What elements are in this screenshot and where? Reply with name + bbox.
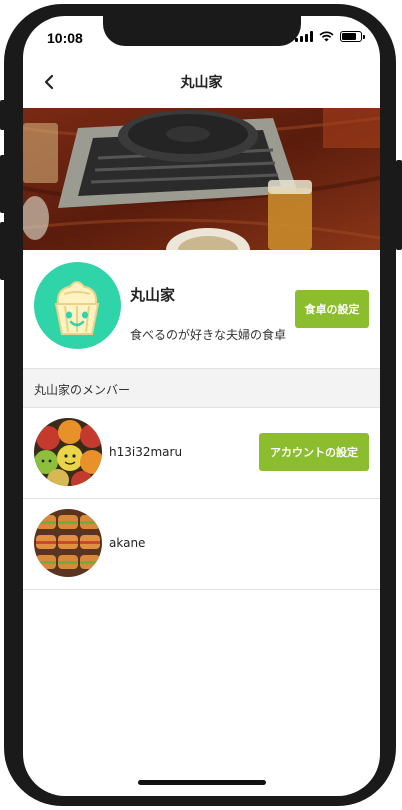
mute-switch (0, 100, 6, 130)
signal-icon (295, 31, 313, 42)
volume-down-button (0, 222, 6, 280)
group-description: 食べるのが好きな夫婦の食卓 (130, 328, 287, 342)
battery-icon (340, 31, 365, 42)
notch (103, 16, 301, 46)
power-button (396, 160, 402, 250)
group-avatar[interactable] (34, 262, 121, 349)
home-indicator[interactable] (138, 780, 266, 785)
account-settings-button[interactable]: アカウントの設定 (259, 433, 369, 471)
member-name: akane (109, 536, 146, 550)
member-row[interactable]: akane (23, 499, 380, 590)
member-row[interactable]: h13i32maru アカウントの設定 (23, 408, 380, 499)
table-settings-button[interactable]: 食卓の設定 (295, 290, 369, 328)
cover-photo-image (23, 108, 380, 250)
status-time: 10:08 (47, 30, 83, 46)
battery-level (342, 33, 356, 40)
group-name: 丸山家 (130, 286, 176, 304)
member-avatar (34, 418, 102, 486)
members-section-header: 丸山家のメンバー (23, 368, 380, 408)
sandwiches-photo (34, 509, 102, 577)
status-icons (295, 31, 365, 42)
screen: 10:08 丸山家 丸山家 食べるのが好きな夫婦の食卓 食卓の設定 丸山家のメン… (23, 16, 380, 796)
page-title: 丸山家 (180, 75, 223, 91)
member-avatar (34, 509, 102, 577)
members-section-title: 丸山家のメンバー (34, 383, 131, 397)
wifi-icon (319, 31, 334, 42)
macarons-photo (34, 418, 102, 486)
navigation-bar: 丸山家 (23, 56, 380, 108)
cupcake-face-icon (54, 281, 100, 335)
group-profile: 丸山家 食べるのが好きな夫婦の食卓 食卓の設定 (23, 250, 380, 368)
cover-photo (23, 108, 380, 250)
volume-up-button (0, 155, 6, 213)
member-name: h13i32maru (109, 445, 183, 459)
